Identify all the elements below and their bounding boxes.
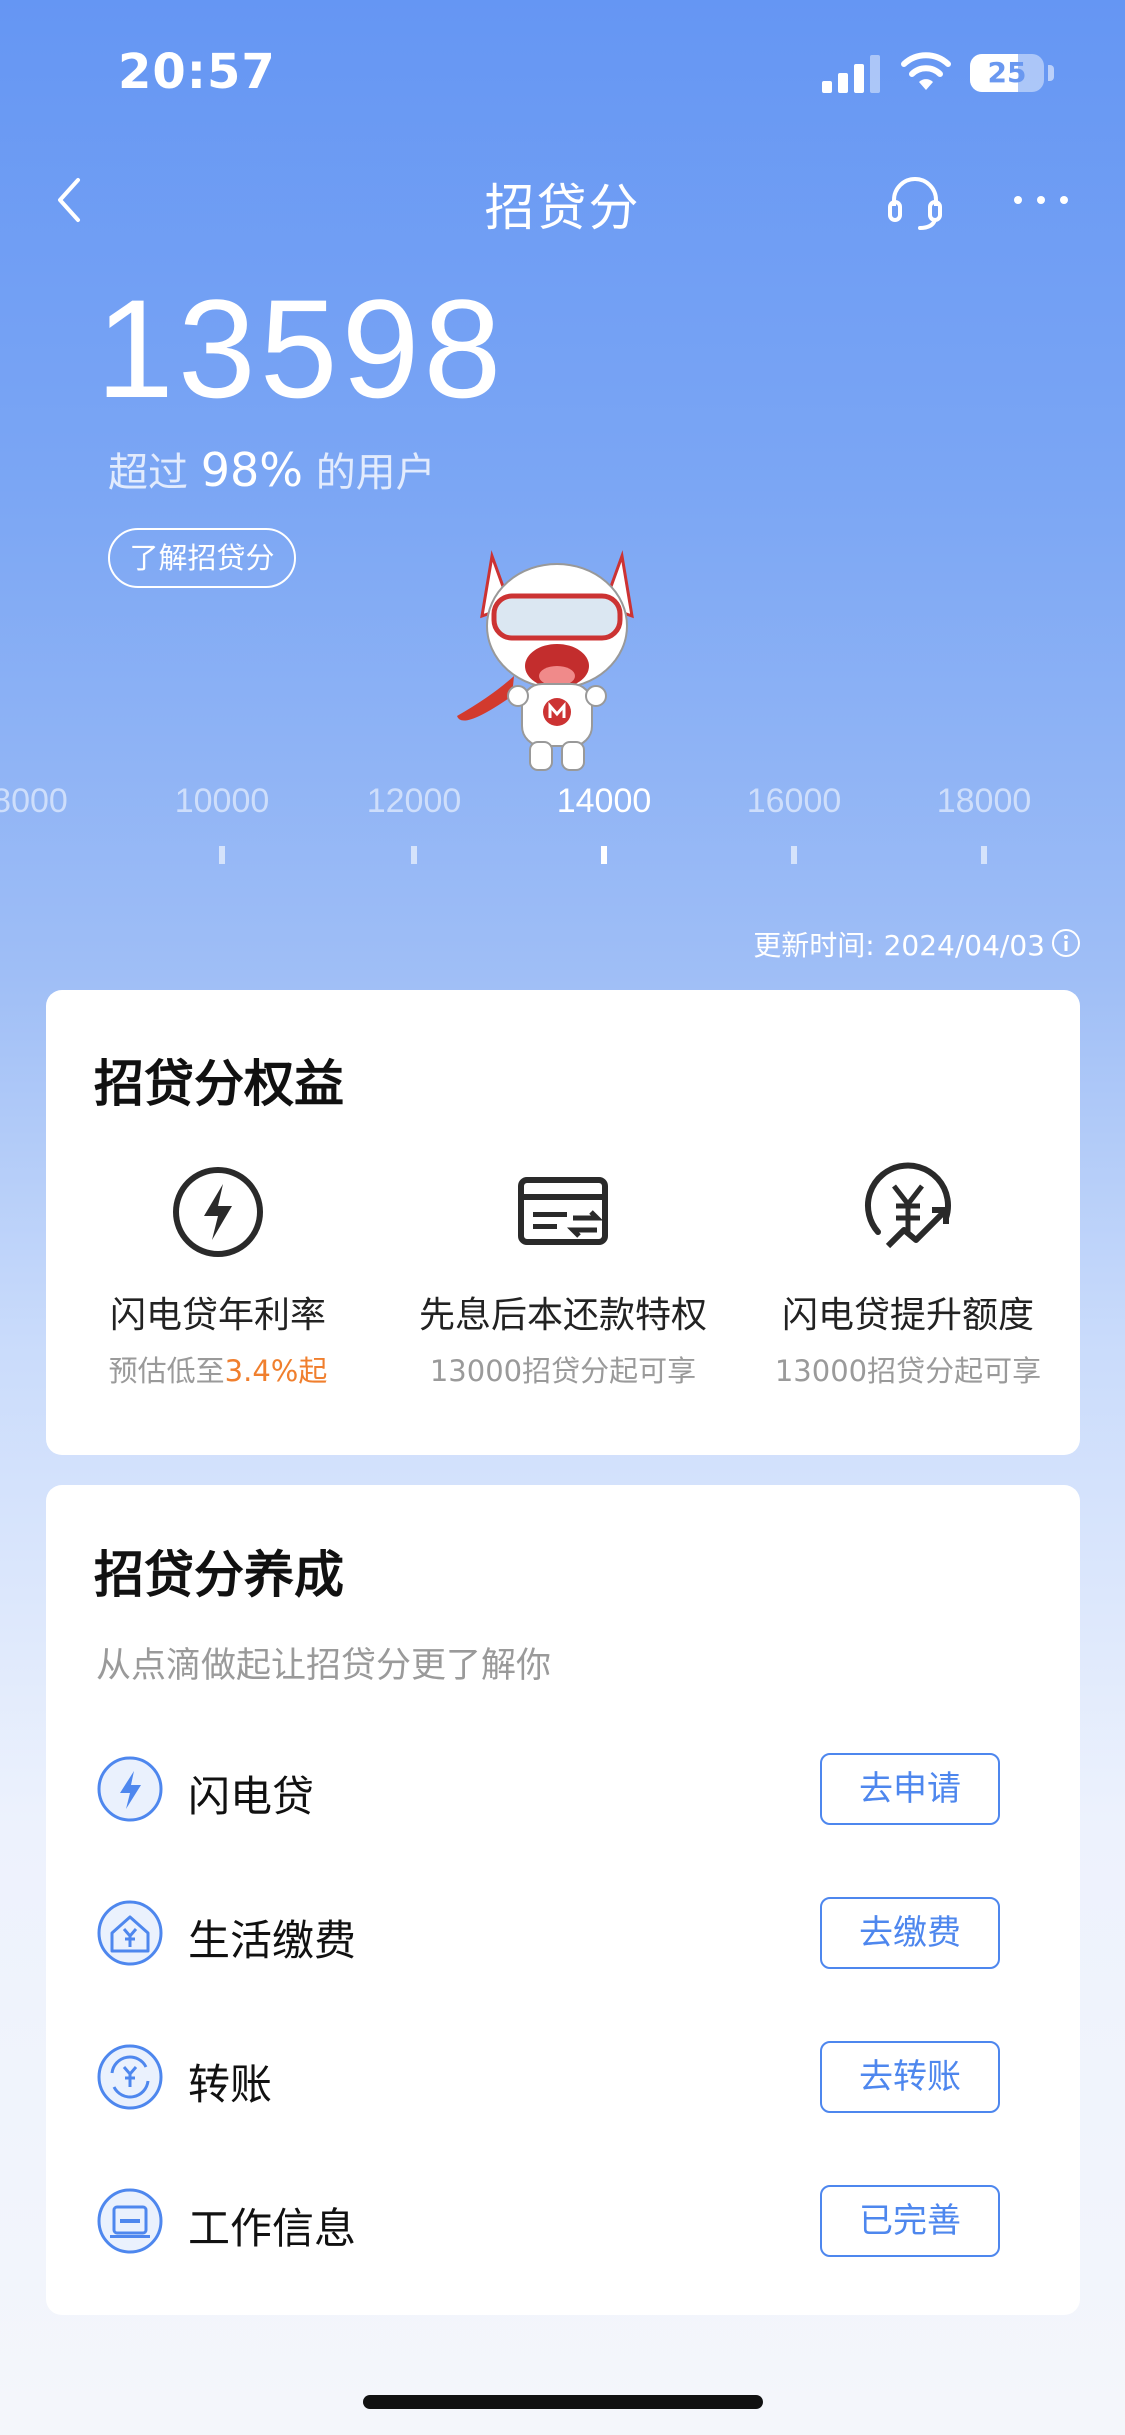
benefits-card: 招贷分权益 闪电贷年利率 预估低至3.4%起 先息后本还款特权 13000招贷分… [46,990,1080,1455]
ruler-tick-active [601,846,607,864]
learn-more-button[interactable]: 了解招贷分 [108,528,296,588]
yuan-growth-icon [865,1162,951,1249]
transfer-button[interactable]: 去转账 [820,2041,1000,2113]
benefit-desc: 13000招贷分起可享 [429,1354,697,1388]
ruler-label: 18000 [936,782,1032,820]
battery-icon: 25 [970,54,1044,92]
apply-button[interactable]: 去申请 [820,1753,1000,1825]
benefit-name: 闪电贷提升额度 [781,1295,1034,1336]
growth-card: 招贷分养成 从点滴做起让招贷分更了解你 闪电贷 去申请 生活缴费 去缴费 转账 … [46,1485,1080,2315]
task-label: 闪电贷 [188,1772,315,1821]
ruler-tick [981,846,987,864]
growth-title: 招贷分养成 [94,1546,344,1604]
update-time: 更新时间: 2024/04/03 [753,929,1045,962]
percentile-suffix: 的用户 [315,450,436,496]
percentile-prefix: 超过 [108,450,188,496]
status-time: 20:57 [118,44,276,100]
ruler-label: 8000 [0,782,68,820]
ruler-tick [411,846,417,864]
benefit-name: 先息后本还款特权 [418,1295,707,1336]
lightning-icon [97,1756,163,1822]
work-info-icon [97,2188,163,2254]
ruler-label: 10000 [174,782,270,820]
ruler-tick [219,846,225,864]
ruler-tick [791,846,797,864]
score-value: 13598 [96,270,506,427]
wifi-icon [901,52,951,90]
task-row-bill-payment: 生活缴费 去缴费 [46,1879,1080,1989]
transfer-icon [97,2044,163,2110]
benefit-desc: 13000招贷分起可享 [774,1354,1042,1388]
more-icon[interactable] [1010,180,1072,220]
task-label: 生活缴费 [188,1916,357,1965]
mascot-illustration [457,550,634,771]
bill-transfer-icon [518,1177,608,1245]
task-label: 转账 [188,2060,273,2109]
growth-subtitle: 从点滴做起让招贷分更了解你 [96,1646,552,1686]
benefits-title: 招贷分权益 [94,1055,344,1113]
task-row-transfer: 转账 去转账 [46,2023,1080,2133]
benefit-item-credit-limit[interactable]: 闪电贷提升额度 13000招贷分起可享 [736,1162,1080,1390]
battery-cap [1048,65,1054,81]
task-row-work-info: 工作信息 已完善 [46,2167,1080,2277]
ruler-label-active: 14000 [556,782,652,820]
benefit-desc: 预估低至3.4%起 [108,1354,328,1388]
ruler-label: 16000 [746,782,842,820]
page-title: 招贷分 [484,179,641,237]
info-icon[interactable] [1051,928,1081,958]
score-percentile: 超过 98% 的用户 [108,440,436,498]
ruler-label: 12000 [366,782,462,820]
home-payment-icon [97,1900,163,1966]
benefit-name: 闪电贷年利率 [109,1295,326,1336]
home-indicator[interactable] [363,2395,763,2409]
pay-button[interactable]: 去缴费 [820,1897,1000,1969]
benefit-item-interest-rate[interactable]: 闪电贷年利率 预估低至3.4%起 [46,1162,390,1390]
task-row-flash-loan: 闪电贷 去申请 [46,1735,1080,1845]
percentile-value: 98% [200,443,303,497]
lightning-icon [173,1167,263,1257]
status-bar: 20:57 25 [0,0,1125,150]
benefit-item-interest-first[interactable]: 先息后本还款特权 13000招贷分起可享 [391,1162,735,1390]
task-label: 工作信息 [188,2204,357,2253]
signal-icon [822,55,880,93]
battery-level: 25 [987,56,1027,89]
customer-service-icon[interactable] [884,170,946,232]
benefit-rate-highlight: 3.4%起 [224,1354,328,1388]
completed-button[interactable]: 已完善 [820,2185,1000,2257]
